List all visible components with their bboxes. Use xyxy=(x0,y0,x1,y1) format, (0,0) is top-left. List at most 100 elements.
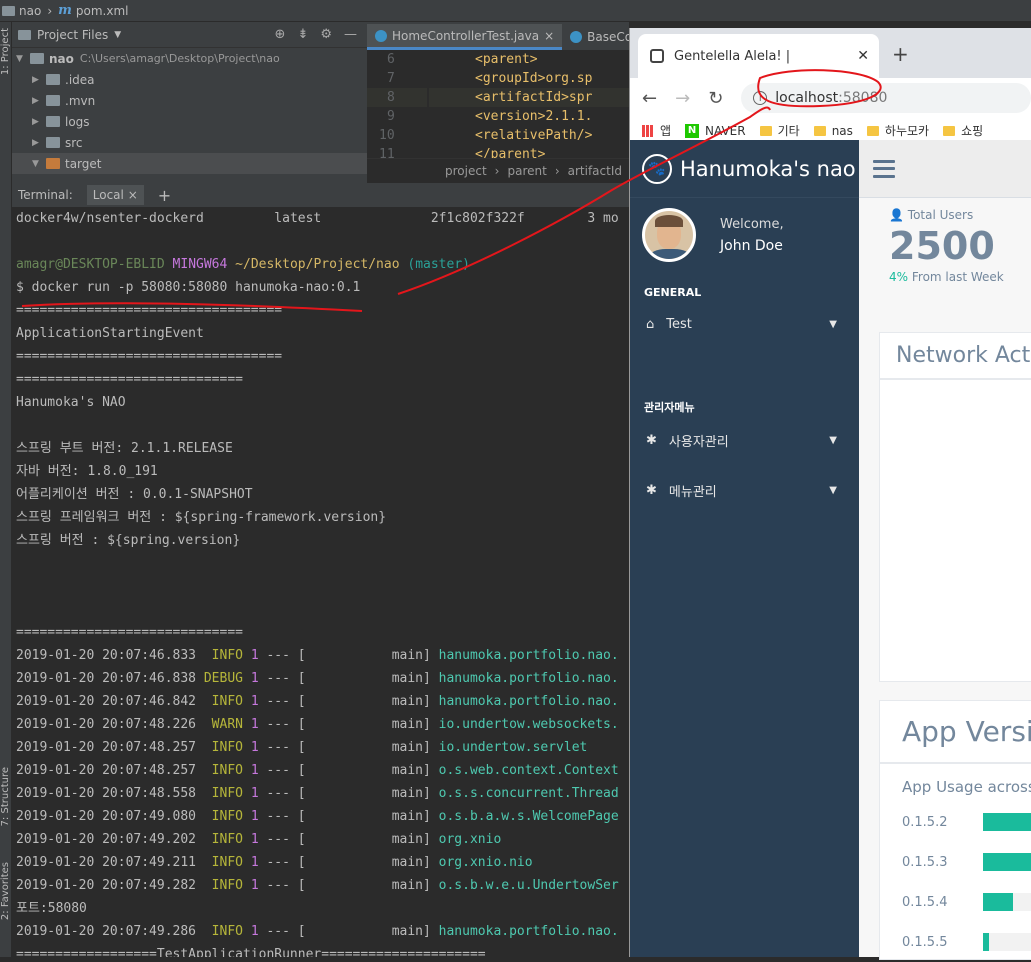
chevron-down-icon[interactable]: ▼ xyxy=(114,30,121,40)
editor-tab-homecontrollertest[interactable]: HomeControllerTest.java × xyxy=(367,24,563,50)
project-view-select[interactable]: Project Files xyxy=(37,28,108,42)
info-icon[interactable]: i xyxy=(753,91,768,105)
url-input[interactable]: i localhost:58080 xyxy=(741,83,1031,113)
version-row: 0.1.5.5 xyxy=(880,922,1031,962)
terminal-session-tab[interactable]: Local × xyxy=(86,185,144,205)
log-lines: 2019-01-20 20:07:46.833 INFO 1 --- [ mai… xyxy=(16,644,629,897)
stat-value: 2500 xyxy=(889,224,995,268)
browser-window: Gentelella Alela! | ✕ + ← → ↻ i localhos… xyxy=(629,28,1031,960)
folder-icon xyxy=(943,125,956,136)
reload-icon[interactable]: ↻ xyxy=(708,88,723,109)
bookmark-naver[interactable]: N NAVER xyxy=(685,123,746,138)
app-brand[interactable]: 🐾 Hanumoka's nao xyxy=(630,140,859,198)
tree-item-mvn[interactable]: ▶ .mvn xyxy=(12,90,367,111)
menu-item-menus[interactable]: ✱ 메뉴관리 ▼ xyxy=(630,465,859,515)
expand-icon[interactable]: ▼ xyxy=(16,54,30,64)
new-terminal-button[interactable]: + xyxy=(158,186,171,205)
bookmark-apps[interactable]: 앱 xyxy=(642,122,671,139)
expand-icon[interactable]: ▶ xyxy=(32,75,46,85)
expand-icon[interactable]: ▶ xyxy=(32,96,46,106)
home-icon: ⌂ xyxy=(646,316,655,332)
banner-line: ================================== xyxy=(16,349,283,364)
chevron-down-icon: ▼ xyxy=(829,434,837,446)
back-icon[interactable]: ← xyxy=(642,88,657,109)
expand-icon[interactable]: ▼ xyxy=(32,159,46,169)
banner-line: ============================= xyxy=(16,372,243,387)
gear-icon[interactable]: ⚙ xyxy=(320,27,332,42)
project-panel-header: Project Files ▼ ⊕ ⇟ ⚙ — xyxy=(12,22,367,48)
nav-project[interactable]: nao xyxy=(2,4,41,18)
apps-icon xyxy=(642,124,654,137)
menu-item-test[interactable]: ⌂ Test ▼ xyxy=(630,299,859,349)
log-line: 2019-01-20 20:07:48.257 INFO 1 --- [ mai… xyxy=(16,763,619,778)
log-line: 2019-01-20 20:07:49.211 INFO 1 --- [ mai… xyxy=(16,855,533,870)
tree-item-logs[interactable]: ▶ logs xyxy=(12,111,367,132)
panel-title: App Versi xyxy=(880,701,1031,764)
banner-line: ================================== xyxy=(16,303,283,318)
terminal-output[interactable]: docker4w/nsenter-dockerd latest 2f1c802f… xyxy=(12,207,629,957)
panel-title: Network Activ xyxy=(880,333,1031,380)
last-log-line: 2019-01-20 20:07:49.286 INFO 1 --- [ mai… xyxy=(16,920,629,943)
version-row: 0.1.5.4 xyxy=(880,882,1031,922)
folder-icon xyxy=(813,125,826,136)
version-row: 0.1.5.3 xyxy=(880,842,1031,882)
breadcrumb-project[interactable]: project xyxy=(445,164,487,178)
banner-line xyxy=(16,414,629,437)
bookmark-shopping[interactable]: 쇼핑 xyxy=(943,122,983,139)
breadcrumb-parent[interactable]: parent xyxy=(507,164,546,178)
menu-toggle-icon[interactable] xyxy=(873,159,895,178)
close-icon[interactable]: ✕ xyxy=(857,48,869,64)
project-tree: ▼ nao C:\Users\amagr\Desktop\Project\nao … xyxy=(12,48,367,174)
top-nav xyxy=(859,140,1031,198)
tool-tab-project[interactable]: 1: Project xyxy=(0,28,11,75)
new-tab-button[interactable]: + xyxy=(892,42,909,66)
ide-nav-bar: nao › m pom.xml xyxy=(0,0,1031,22)
version-bar xyxy=(983,893,1014,911)
menu-item-users[interactable]: ✱ 사용자관리 ▼ xyxy=(630,415,859,465)
close-icon[interactable]: × xyxy=(128,188,138,202)
app-main: 👤 Total Users 2500 4% From last Week Net… xyxy=(859,140,1031,960)
code-editor: HomeControllerTest.java × BaseConfi 6 7 8… xyxy=(367,22,647,183)
port-line: 포트:58080 xyxy=(16,901,87,916)
docker-command: $ docker run -p 58080:58080 hanumoka-nao… xyxy=(16,280,361,295)
forward-icon[interactable]: → xyxy=(675,88,690,109)
collapse-icon[interactable]: ⇟ xyxy=(297,27,308,42)
tree-item-src[interactable]: ▶ src xyxy=(12,132,367,153)
left-tool-strip: 1: Project 7: Structure 2: Favorites xyxy=(0,22,12,957)
tree-item-idea[interactable]: ▶ .idea xyxy=(12,69,367,90)
banner-line: 자바 버전: 1.8.0_191 xyxy=(16,464,158,479)
bookmark-hanumoka[interactable]: 하누모카 xyxy=(866,122,929,139)
code-area[interactable]: <parent> <groupId>org.sp <artifactId>spr… xyxy=(429,50,629,168)
avatar xyxy=(642,208,696,262)
paw-icon: 🐾 xyxy=(642,153,672,184)
bookmark-nas[interactable]: nas xyxy=(813,124,853,138)
log-line: 2019-01-20 20:07:46.833 INFO 1 --- [ mai… xyxy=(16,648,619,663)
terminal-header: Terminal: Local × + xyxy=(12,183,629,207)
tree-item-target[interactable]: ▼ target xyxy=(12,153,367,174)
tool-tab-structure[interactable]: 7: Structure xyxy=(0,767,11,826)
expand-icon[interactable]: ▶ xyxy=(32,138,46,148)
browser-tab[interactable]: Gentelella Alela! | ✕ xyxy=(638,34,879,78)
folder-icon xyxy=(30,53,44,64)
nav-pom[interactable]: m pom.xml xyxy=(58,3,128,18)
banner-line xyxy=(16,598,629,621)
hide-icon[interactable]: — xyxy=(344,27,357,42)
folder-icon xyxy=(18,29,31,40)
tree-item-root[interactable]: ▼ nao C:\Users\amagr\Desktop\Project\nao xyxy=(12,48,367,69)
bookmark-other[interactable]: 기타 xyxy=(759,122,800,139)
docker-image-line: docker4w/nsenter-dockerd latest 2f1c802f… xyxy=(16,211,619,226)
folder-icon xyxy=(46,74,60,85)
user-name: John Doe xyxy=(720,237,783,254)
tool-tab-favorites[interactable]: 2: Favorites xyxy=(0,862,11,920)
banner-line: Hanumoka's NAO xyxy=(16,395,126,410)
version-bar xyxy=(983,933,989,951)
chevron-down-icon: ▼ xyxy=(829,318,837,330)
app-banner: ================================== Applic… xyxy=(16,299,629,644)
expand-icon[interactable]: ▶ xyxy=(32,117,46,127)
version-bar xyxy=(983,813,1031,831)
locate-icon[interactable]: ⊕ xyxy=(275,27,286,42)
close-icon[interactable]: × xyxy=(544,29,554,43)
version-label: 0.1.5.3 xyxy=(902,854,948,870)
breadcrumb-artifactid[interactable]: artifactId xyxy=(568,164,622,178)
folder-icon xyxy=(866,125,879,136)
